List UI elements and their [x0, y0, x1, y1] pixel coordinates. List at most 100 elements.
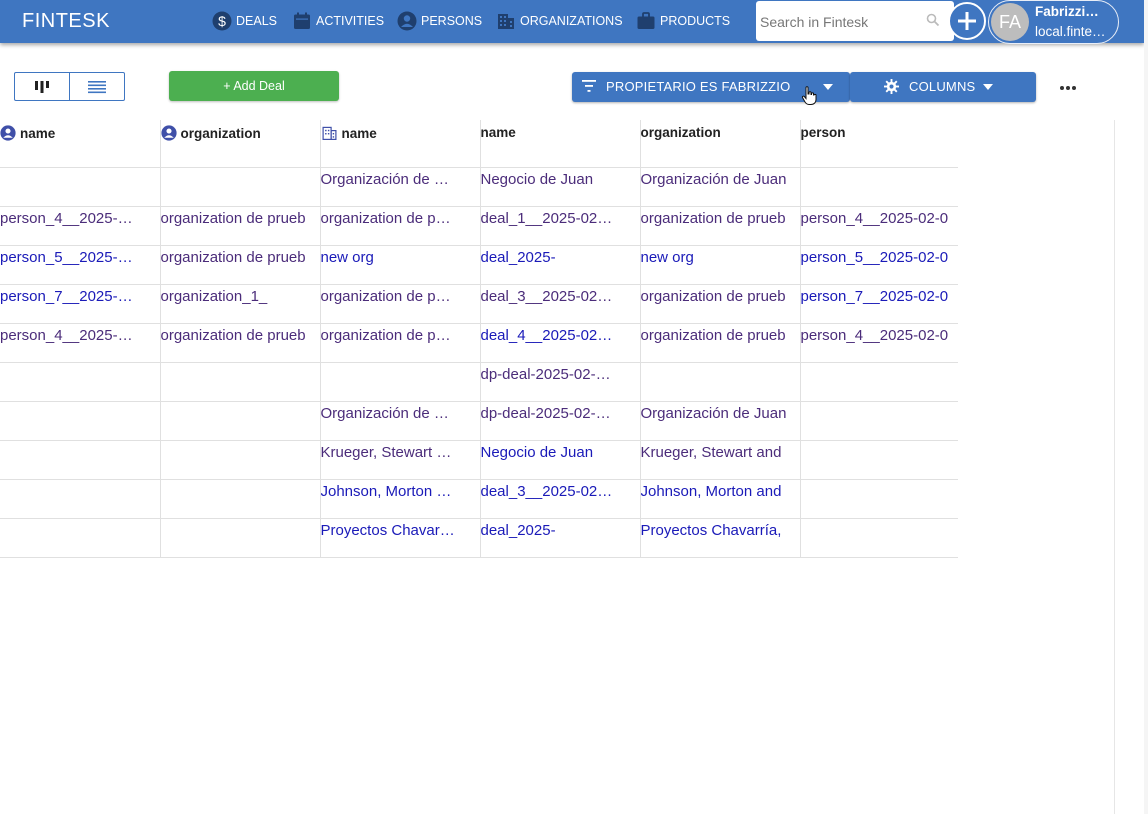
table-row[interactable]: Johnson, Morton … deal_3__2025-02… Johnson… — [0, 479, 958, 519]
search-input[interactable] — [756, 1, 932, 43]
kanban-icon — [35, 80, 49, 93]
column-header-label: organization — [180, 126, 261, 141]
table-cell[interactable]: deal_4__2025-02… — [480, 323, 641, 363]
search-box — [756, 1, 954, 43]
caret-down-icon — [983, 84, 993, 90]
table-cell — [0, 479, 161, 519]
table-cell — [800, 440, 958, 480]
nav-activities[interactable]: ACTIVITIES — [292, 10, 384, 32]
table-cell[interactable]: organization de prueb — [640, 284, 801, 324]
table-cell[interactable]: deal_2025- — [480, 518, 641, 558]
nav-products-label: PRODUCTS — [660, 14, 731, 28]
table-cell[interactable]: organization de p… — [320, 206, 481, 246]
caret-down-icon — [823, 84, 833, 90]
nav-activities-label: ACTIVITIES — [316, 14, 385, 28]
table-cell[interactable]: dp-deal-2025-02-… — [480, 401, 641, 441]
table-cell[interactable]: deal_2025- — [480, 245, 641, 285]
table-row[interactable]: Proyectos Chavar… deal_2025- Proyectos Cha… — [0, 518, 958, 558]
app-brand[interactable]: FINTESK — [22, 10, 110, 33]
table-cell[interactable]: Organización de Juan — [640, 401, 801, 441]
table-cell — [320, 362, 481, 402]
nav-persons[interactable]: PERSONS — [397, 10, 482, 32]
nav-organizations-label: ORGANIZATIONS — [520, 14, 623, 28]
table-cell — [160, 440, 321, 480]
table-row[interactable]: person_4__2025-… organization de prueb org… — [0, 323, 958, 363]
table-cell[interactable]: person_7__2025-… — [0, 284, 161, 324]
column-header-label: name — [480, 125, 516, 140]
column-header-deal-person[interactable]: person — [800, 120, 958, 168]
table-cell[interactable]: organization_1_ — [160, 284, 321, 324]
table-cell[interactable]: dp-deal-2025-02-… — [480, 362, 641, 402]
table-cell[interactable]: organization de p… — [320, 323, 481, 363]
table-cell[interactable]: Negocio de Juan — [480, 167, 641, 207]
table-cell[interactable]: new org — [320, 245, 481, 285]
calendar-icon — [292, 11, 312, 31]
table-cell[interactable]: organization de prueb — [640, 323, 801, 363]
table-cell[interactable]: person_4__2025-… — [0, 206, 161, 246]
column-header-label: person — [800, 125, 846, 140]
table-cell[interactable]: Proyectos Chavar… — [320, 518, 481, 558]
briefcase-icon — [636, 11, 656, 31]
table-cell[interactable]: organization de prueb — [640, 206, 801, 246]
column-header-person-organization[interactable]: organization — [160, 120, 321, 168]
table-cell[interactable]: deal_3__2025-02… — [480, 479, 641, 519]
table-cell[interactable]: Johnson, Morton … — [320, 479, 481, 519]
table-cell[interactable]: person_7__2025-02-0 — [800, 284, 958, 324]
table-row[interactable]: dp-deal-2025-02-… — [0, 362, 958, 402]
add-deal-button[interactable]: + Add Deal — [169, 71, 339, 101]
nav-deals[interactable]: $ DEALS — [212, 10, 277, 32]
table-cell[interactable]: deal_1__2025-02… — [480, 206, 641, 246]
column-header-label: name — [20, 126, 56, 141]
table-row[interactable]: Organización de … dp-deal-2025-02-… Organi… — [0, 401, 958, 441]
table-header-row: name organization name name organization… — [0, 120, 958, 168]
dollar-icon: $ — [212, 11, 232, 31]
nav-products[interactable]: PRODUCTS — [636, 10, 730, 32]
table-row[interactable]: person_4__2025-… organization de prueb org… — [0, 206, 958, 246]
more-options-icon[interactable] — [1058, 84, 1078, 92]
table-cell[interactable]: person_4__2025-02-0 — [800, 323, 958, 363]
table-cell — [160, 362, 321, 402]
columns-button[interactable]: COLUMNS — [850, 72, 1036, 102]
table-cell — [160, 167, 321, 207]
table-cell[interactable]: organization de p… — [320, 284, 481, 324]
table-cell[interactable]: organization de prueb — [160, 206, 321, 246]
column-header-person-name[interactable]: name — [0, 120, 161, 168]
table-cell[interactable]: person_4__2025-… — [0, 323, 161, 363]
pipeline-view-button[interactable] — [15, 73, 69, 100]
table-cell[interactable]: new org — [640, 245, 801, 285]
table-cell — [160, 401, 321, 441]
table-cell — [800, 518, 958, 558]
table-cell[interactable]: person_4__2025-02-0 — [800, 206, 958, 246]
table-row[interactable]: person_5__2025-… organization de prueb new… — [0, 245, 958, 285]
user-name: Fabrizzi… — [1035, 4, 1099, 19]
column-header-deal-organization[interactable]: organization — [640, 120, 801, 168]
table-cell[interactable]: Organización de Juan — [640, 167, 801, 207]
vertical-scrollbar[interactable] — [1114, 120, 1145, 814]
user-menu[interactable]: FA Fabrizzi… local.finte… — [988, 0, 1119, 44]
table-cell[interactable]: Organización de … — [320, 401, 481, 441]
deals-table-container: name organization name name organization… — [0, 120, 1114, 814]
table-cell[interactable]: organization de prueb — [160, 323, 321, 363]
column-header-organization-name[interactable]: name — [320, 120, 481, 168]
table-cell[interactable]: Negocio de Juan — [480, 440, 641, 480]
columns-label: COLUMNS — [909, 79, 976, 94]
table-cell[interactable]: Krueger, Stewart and — [640, 440, 801, 480]
table-cell[interactable]: person_5__2025-… — [0, 245, 161, 285]
search-icon — [926, 13, 940, 27]
list-view-button[interactable] — [69, 73, 124, 100]
quick-add-button[interactable] — [948, 2, 986, 40]
table-row[interactable]: Organización de … Negocio de Juan Organiza… — [0, 167, 958, 207]
table-cell[interactable]: Krueger, Stewart … — [320, 440, 481, 480]
table-row[interactable]: person_7__2025-… organization_1_ organizat… — [0, 284, 958, 324]
column-header-deal-name[interactable]: name — [480, 120, 641, 168]
plus-icon — [958, 12, 976, 30]
table-cell[interactable]: organization de prueb — [160, 245, 321, 285]
table-cell[interactable]: Johnson, Morton and — [640, 479, 801, 519]
table-cell[interactable]: person_5__2025-02-0 — [800, 245, 958, 285]
avatar: FA — [991, 3, 1029, 41]
nav-organizations[interactable]: ORGANIZATIONS — [496, 10, 623, 32]
table-cell[interactable]: Proyectos Chavarría, — [640, 518, 801, 558]
table-cell[interactable]: Organización de … — [320, 167, 481, 207]
table-row[interactable]: Krueger, Stewart … Negocio de Juan Krueger… — [0, 440, 958, 480]
table-cell[interactable]: deal_3__2025-02… — [480, 284, 641, 324]
